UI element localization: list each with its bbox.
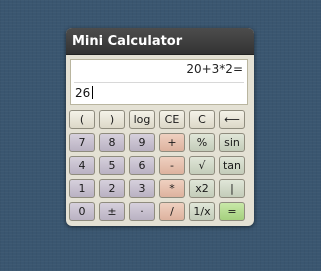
key-plus-minus[interactable]: ± — [99, 202, 125, 221]
key-reciprocal[interactable]: 1/x — [189, 202, 215, 221]
calculator-gadget: Mini Calculator 20+3*2= ()logCEC⟵ 789+%si… — [66, 28, 254, 226]
key-3[interactable]: 3 — [129, 179, 155, 198]
key-open-paren[interactable]: ( — [69, 110, 95, 129]
key-0[interactable]: 0 — [69, 202, 95, 221]
calculator-display: 20+3*2= — [70, 59, 248, 105]
text-cursor — [92, 86, 93, 99]
key-clear[interactable]: C — [189, 110, 215, 129]
key-minus[interactable]: - — [159, 156, 185, 175]
key-clear-entry[interactable]: CE — [159, 110, 185, 129]
key-multiply[interactable]: * — [159, 179, 185, 198]
key-percent[interactable]: % — [189, 133, 215, 152]
key-9[interactable]: 9 — [129, 133, 155, 152]
key-8[interactable]: 8 — [99, 133, 125, 152]
key-log[interactable]: log — [129, 110, 155, 129]
result-input[interactable] — [75, 84, 243, 102]
keypad: () log CE C ⟵ 7 8 9 +% sin 4 5 6- √ tan 1 2 3 * x2 | 0 ± ·/1/x = — [69, 110, 245, 221]
key-1[interactable]: 1 — [69, 179, 95, 198]
key-backspace[interactable]: ⟵ — [219, 110, 245, 129]
display-divider — [74, 82, 244, 83]
key-plus[interactable]: + — [159, 133, 185, 152]
key-square[interactable]: x2 — [189, 179, 215, 198]
key-sin[interactable]: sin — [219, 133, 245, 152]
key-4[interactable]: 4 — [69, 156, 95, 175]
gadget-title[interactable]: Mini Calculator — [66, 28, 254, 55]
key-2[interactable]: 2 — [99, 179, 125, 198]
key-sqrt[interactable]: √ — [189, 156, 215, 175]
key-divide[interactable]: / — [159, 202, 185, 221]
key-abs[interactable]: | — [219, 179, 245, 198]
key-decimal[interactable]: · — [129, 202, 155, 221]
key-equals[interactable]: = — [219, 202, 245, 221]
key-5[interactable]: 5 — [99, 156, 125, 175]
key-tan[interactable]: tan — [219, 156, 245, 175]
key-7[interactable]: 7 — [69, 133, 95, 152]
key-close-paren[interactable]: ) — [99, 110, 125, 129]
key-6[interactable]: 6 — [129, 156, 155, 175]
expression-readout: 20+3*2= — [186, 62, 243, 76]
